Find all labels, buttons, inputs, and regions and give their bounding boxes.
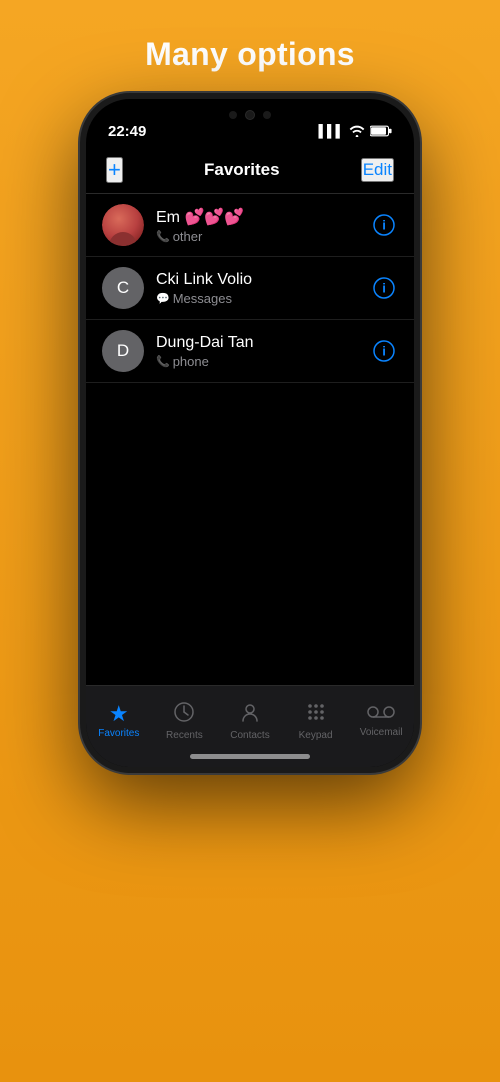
contact-list: Em 💕💕💕 📞 other i	[86, 194, 414, 767]
voicemail-label: Voicemail	[360, 727, 403, 738]
tab-keypad[interactable]: Keypad	[283, 701, 349, 741]
notch-camera	[245, 110, 255, 120]
notch-dot-2	[263, 111, 271, 119]
contact-item-cki[interactable]: C Cki Link Volio 💬 Messages i	[86, 257, 414, 320]
contact-name-em: Em 💕💕💕	[156, 207, 358, 227]
info-button-em[interactable]: i	[370, 211, 398, 239]
contact-sub-dung: 📞 phone	[156, 354, 358, 369]
svg-text:i: i	[382, 344, 386, 359]
favorites-label: Favorites	[98, 728, 139, 739]
notch-dot-1	[229, 111, 237, 119]
phone-icon-em: 📞	[156, 230, 170, 243]
recents-label: Recents	[166, 730, 203, 741]
tab-voicemail[interactable]: Voicemail	[348, 704, 414, 738]
nav-title: Favorites	[204, 160, 280, 180]
contacts-label: Contacts	[230, 730, 269, 741]
home-indicator	[190, 754, 310, 759]
avatar-em	[102, 204, 144, 246]
contact-name-dung: Dung-Dai Tan	[156, 334, 358, 352]
keypad-icon	[305, 701, 327, 727]
svg-text:i: i	[382, 281, 386, 296]
voicemail-icon	[367, 704, 395, 724]
contact-info-dung: Dung-Dai Tan 📞 phone	[156, 334, 358, 369]
avatar-dung: D	[102, 330, 144, 372]
notch	[185, 99, 315, 127]
tab-contacts[interactable]: Contacts	[217, 701, 283, 741]
phone-frame: 22:49 ▌▌▌ + Favorites Edit	[80, 93, 420, 773]
info-button-cki[interactable]: i	[370, 274, 398, 302]
info-button-dung[interactable]: i	[370, 337, 398, 365]
avatar-cki: C	[102, 267, 144, 309]
signal-icon: ▌▌▌	[318, 124, 344, 138]
screen: 22:49 ▌▌▌ + Favorites Edit	[86, 99, 414, 767]
nav-bar: + Favorites Edit	[86, 149, 414, 194]
contact-info-em: Em 💕💕💕 📞 other	[156, 207, 358, 244]
add-favorite-button[interactable]: +	[106, 157, 123, 183]
favorites-icon: ★	[109, 703, 129, 725]
contact-sub-cki: 💬 Messages	[156, 291, 358, 306]
keypad-label: Keypad	[299, 730, 333, 741]
edit-button[interactable]: Edit	[361, 158, 394, 182]
page-title: Many options	[145, 36, 355, 73]
contacts-icon	[239, 701, 261, 727]
contact-item-em[interactable]: Em 💕💕💕 📞 other i	[86, 194, 414, 257]
status-time: 22:49	[108, 123, 146, 140]
contact-item-dung[interactable]: D Dung-Dai Tan 📞 phone i	[86, 320, 414, 383]
status-icons: ▌▌▌	[318, 124, 392, 138]
tab-favorites[interactable]: ★ Favorites	[86, 703, 152, 739]
phone-icon-dung: 📞	[156, 355, 170, 368]
contact-sub-em: 📞 other	[156, 229, 358, 244]
recents-icon	[173, 701, 195, 727]
svg-text:i: i	[382, 218, 386, 233]
contact-name-cki: Cki Link Volio	[156, 271, 358, 289]
wifi-icon	[349, 125, 365, 137]
battery-icon	[370, 125, 392, 137]
message-icon-cki: 💬	[156, 292, 170, 305]
contact-info-cki: Cki Link Volio 💬 Messages	[156, 271, 358, 306]
status-bar: 22:49 ▌▌▌	[86, 99, 414, 149]
tab-recents[interactable]: Recents	[152, 701, 218, 741]
